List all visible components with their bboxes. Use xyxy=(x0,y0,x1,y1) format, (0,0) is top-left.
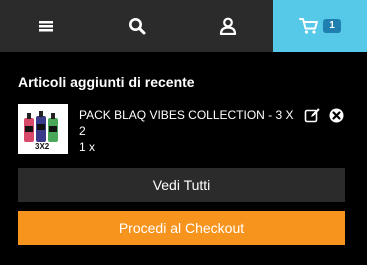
product-thumbnail-label: 3X2 xyxy=(35,142,50,151)
account-button[interactable] xyxy=(182,0,273,52)
menu-button[interactable] xyxy=(0,0,91,52)
cart-item-name[interactable]: PACK BLAQ VIBES COLLECTION - 3 X 2 xyxy=(79,104,299,139)
edit-icon[interactable] xyxy=(304,107,321,124)
search-icon xyxy=(128,18,145,35)
cart-icon xyxy=(299,18,318,34)
search-button[interactable] xyxy=(91,0,182,52)
cart-item-info: PACK BLAQ VIBES COLLECTION - 3 X 2 1 x xyxy=(79,104,299,156)
cart-button[interactable]: 1 xyxy=(273,0,367,52)
remove-icon[interactable] xyxy=(328,107,345,124)
recent-items-title: Articoli aggiunti di recente xyxy=(18,74,195,90)
product-thumbnail[interactable]: 3X2 xyxy=(18,104,68,154)
top-nav-bar: 1 xyxy=(0,0,367,52)
view-all-button[interactable]: Vedi Tutti xyxy=(18,168,345,202)
checkout-button[interactable]: Procedi al Checkout xyxy=(18,211,345,245)
cart-item-actions xyxy=(304,107,345,124)
cart-item: 3X2 PACK BLAQ VIBES COLLECTION - 3 X 2 1… xyxy=(18,104,345,156)
menu-icon xyxy=(38,21,53,32)
cart-dropdown: Articoli aggiunti di recente 3X2 PACK BL… xyxy=(0,73,367,245)
cart-item-quantity: 1 x xyxy=(79,140,96,154)
cart-count-badge: 1 xyxy=(323,19,341,33)
user-icon xyxy=(219,17,236,35)
